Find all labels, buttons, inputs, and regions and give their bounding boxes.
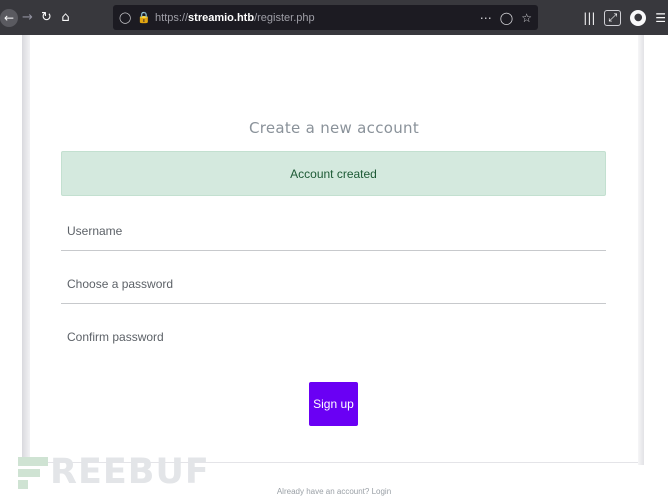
login-link[interactable]: Already have an account? Login (0, 487, 668, 496)
back-icon[interactable]: ← (0, 8, 18, 27)
url-scheme: https:// (155, 11, 189, 24)
reload-icon[interactable]: ↻ (37, 8, 56, 27)
bookmark-star-icon[interactable]: ☆ (521, 11, 532, 25)
url-path: /register.php (254, 11, 315, 24)
more-icon[interactable]: ⋯ (480, 11, 492, 25)
password-input[interactable] (61, 264, 606, 303)
url-host: streamio.htb (188, 11, 255, 24)
library-icon[interactable]: ||| (583, 11, 595, 25)
success-alert: Account created (61, 151, 606, 196)
register-card: Create a new account Account created Sig… (30, 35, 638, 463)
password-field[interactable] (61, 264, 606, 304)
page-title: Create a new account (248, 119, 420, 137)
freebuf-watermark: REEBUF (18, 452, 210, 492)
card-shadow-left (22, 35, 30, 465)
username-field[interactable] (61, 211, 606, 251)
signup-button[interactable]: Sign up (309, 382, 358, 426)
lock-icon[interactable]: 🔒 (137, 11, 151, 24)
confirm-password-input[interactable] (61, 317, 606, 357)
chat-icon[interactable]: ● (630, 9, 647, 26)
screenshot-icon[interactable]: ⤢ (604, 9, 622, 26)
home-icon[interactable]: ⌂ (56, 8, 75, 27)
menu-icon[interactable]: ☰ (655, 11, 666, 25)
username-input[interactable] (61, 211, 606, 250)
watermark-logo (18, 455, 48, 489)
forward-icon[interactable]: → (18, 8, 37, 27)
card-shadow-right (638, 35, 644, 465)
browser-toolbar: ← → ↻ ⌂ ◯ 🔒 https://streamio.htb/registe… (0, 0, 668, 35)
confirm-password-field[interactable] (61, 317, 606, 357)
watermark-text: REEBUF (50, 452, 210, 492)
pocket-icon[interactable]: ◯ (500, 11, 513, 25)
shield-icon[interactable]: ◯ (119, 11, 131, 24)
url-bar[interactable]: ◯ 🔒 https://streamio.htb/register.php ⋯ … (113, 5, 538, 30)
